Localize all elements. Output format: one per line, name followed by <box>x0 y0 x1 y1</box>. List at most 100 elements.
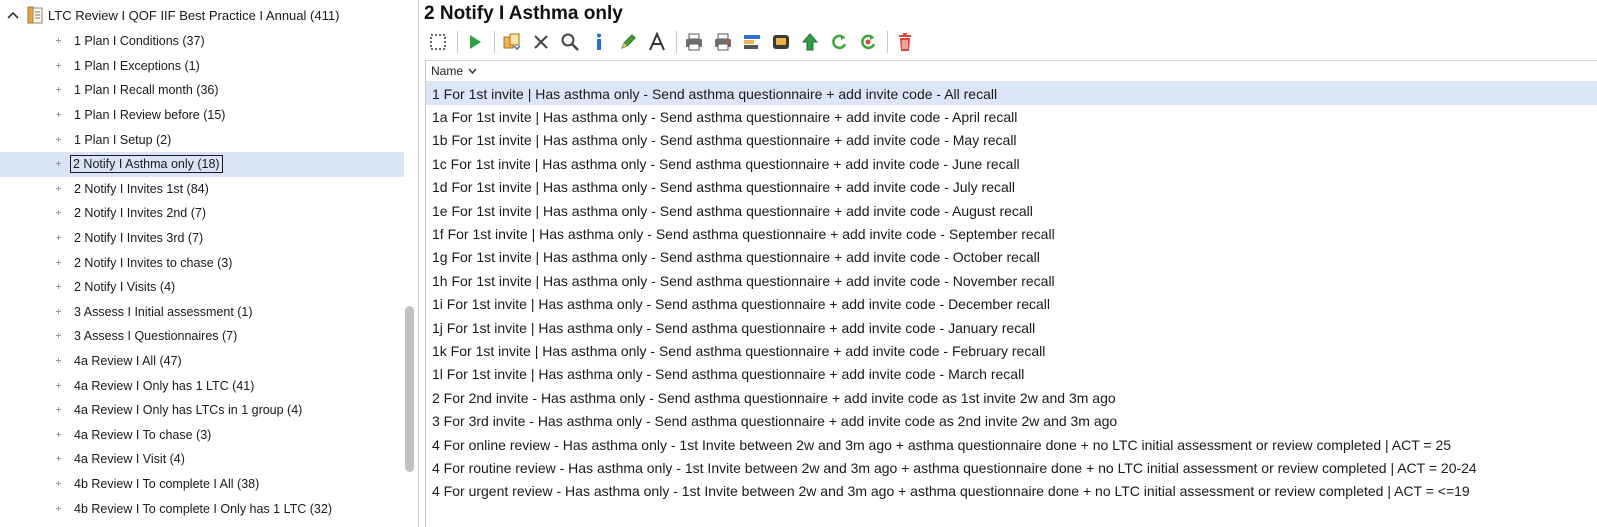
tree-item[interactable]: 3 Assess I Initial assessment (1) <box>0 300 404 325</box>
trash-icon[interactable] <box>893 30 917 54</box>
tree-root[interactable]: LTC Review I QOF IIF Best Practice I Ann… <box>0 4 339 26</box>
tree-item[interactable]: 1 Plan I Setup (2) <box>0 127 404 152</box>
chevron-up-icon[interactable] <box>6 11 20 19</box>
list-row[interactable]: 1d For 1st invite | Has asthma only - Se… <box>426 176 1597 199</box>
tree-item[interactable]: 2 Notify I Invites 1st (84) <box>0 177 404 202</box>
tree-root-label: LTC Review I QOF IIF Best Practice I Ann… <box>48 7 340 23</box>
refresh-red-icon[interactable] <box>856 30 880 54</box>
list-row[interactable]: 1l For 1st invite | Has asthma only - Se… <box>426 363 1597 386</box>
print-icon[interactable] <box>682 30 706 54</box>
plus-bullet-icon <box>56 62 61 68</box>
tree-item[interactable]: 4a Review I All (47) <box>0 349 404 374</box>
edit-pen-icon[interactable] <box>616 30 640 54</box>
column-header-label: Name <box>431 64 464 78</box>
tree-item[interactable]: 4a Review I Only has 1 LTC (41) <box>0 373 404 398</box>
plus-bullet-icon <box>56 259 61 265</box>
tree-item-label: 4a Review I Only has 1 LTC (41) <box>74 378 255 393</box>
search-icon[interactable] <box>558 30 582 54</box>
list-row[interactable]: 1k For 1st invite | Has asthma only - Se… <box>426 339 1597 362</box>
refresh-icon[interactable] <box>827 30 851 54</box>
list-row[interactable]: 1j For 1st invite | Has asthma only - Se… <box>426 316 1597 339</box>
tree-item-label: 1 Plan I Exceptions (1) <box>74 58 200 73</box>
plus-bullet-icon <box>56 87 61 93</box>
plus-bullet-icon <box>56 456 61 462</box>
tree-item-label: 4b Review I To complete I Only has 1 LTC… <box>74 501 332 516</box>
tree-item-label: 4a Review I Only has LTCs in 1 group (4) <box>74 403 303 418</box>
page-title: 2 Notify I Asthma only <box>424 3 623 24</box>
rule-list: Name 1 For 1st invite | Has asthma only … <box>425 60 1597 527</box>
tree-item-label: 1 Plan I Setup (2) <box>74 132 172 147</box>
run-icon[interactable] <box>463 30 487 54</box>
plus-bullet-icon <box>56 284 61 290</box>
list-row[interactable]: 1a For 1st invite | Has asthma only - Se… <box>426 105 1597 128</box>
tree-panel: LTC Review I QOF IIF Best Practice I Ann… <box>0 0 419 527</box>
column-header-name[interactable]: Name <box>426 61 1597 82</box>
tree-item[interactable]: 4b Review I To complete I All (38) <box>0 472 404 497</box>
list-row[interactable]: 1b For 1st invite | Has asthma only - Se… <box>426 129 1597 152</box>
list-row[interactable]: 4 For routine review - Has asthma only -… <box>426 456 1597 479</box>
tree-item[interactable]: 1 Plan I Recall month (36) <box>0 78 404 103</box>
list-row[interactable]: 1e For 1st invite | Has asthma only - Se… <box>426 199 1597 222</box>
list-row[interactable]: 1i For 1st invite | Has asthma only - Se… <box>426 293 1597 316</box>
print-red-icon[interactable] <box>711 30 735 54</box>
tree-item-label: 3 Assess I Initial assessment (1) <box>74 304 253 319</box>
plus-bullet-icon <box>56 505 61 511</box>
tree-item[interactable]: 2 Notify I Asthma only (18) <box>0 151 404 177</box>
tree-item-label: 4a Review I To chase (3) <box>74 427 212 442</box>
tree-item-label: 4a Review I Visit (4) <box>74 452 185 467</box>
tree-item-label: 4a Review I All (47) <box>74 354 182 369</box>
tree-item-label: 2 Notify I Invites 2nd (7) <box>74 206 207 221</box>
main-panel: 2 Notify I Asthma only Name 1 For 1st in… <box>420 0 1597 527</box>
select-icon[interactable] <box>426 30 450 54</box>
tree-item-label: 2 Notify I Invites to chase (3) <box>74 255 233 270</box>
tree-scrollbar[interactable] <box>404 0 416 527</box>
plus-bullet-icon <box>56 480 61 486</box>
tree-item[interactable]: 4a Review I Visit (4) <box>0 447 404 472</box>
tree-item[interactable]: 2 Notify I Invites 3rd (7) <box>0 226 404 251</box>
tree-item-label: 2 Notify I Visits (4) <box>74 280 176 295</box>
tree-item[interactable]: 1 Plan I Review before (15) <box>0 103 404 128</box>
list-row[interactable]: 1h For 1st invite | Has asthma only - Se… <box>426 269 1597 292</box>
toolbar-divider <box>494 31 495 53</box>
toolbar-divider <box>887 31 888 53</box>
tree-item[interactable]: 1 Plan I Exceptions (1) <box>0 54 404 79</box>
export-icon[interactable] <box>740 30 764 54</box>
info-icon[interactable] <box>587 30 611 54</box>
list-row[interactable]: 4 For online review - Has asthma only - … <box>426 433 1597 456</box>
list-row[interactable]: 1 For 1st invite | Has asthma only - Sen… <box>426 82 1597 106</box>
list-row[interactable]: 2 For 2nd invite - Has asthma only - Sen… <box>426 386 1597 409</box>
plus-bullet-icon <box>56 235 61 241</box>
tree-item-label: 1 Plan I Conditions (37) <box>74 34 205 49</box>
tree-item-label: 2 Notify I Invites 1st (84) <box>74 181 209 196</box>
tree-item[interactable]: 4b Review I To complete I Only has 1 LTC… <box>0 496 404 521</box>
toolbar <box>426 30 922 54</box>
delete-x-icon[interactable] <box>529 30 553 54</box>
plus-bullet-icon <box>56 210 61 216</box>
tree-item[interactable]: 2 Notify I Invites 2nd (7) <box>0 201 404 226</box>
font-icon[interactable] <box>645 30 669 54</box>
list-row[interactable]: 1c For 1st invite | Has asthma only - Se… <box>426 152 1597 175</box>
tree-item[interactable]: 2 Notify I Invites to chase (3) <box>0 250 404 275</box>
move-up-icon[interactable] <box>798 30 822 54</box>
tree-item-label: 1 Plan I Recall month (36) <box>74 83 219 98</box>
tree-item[interactable]: 3 Assess I Questionnaires (7) <box>0 324 404 349</box>
tree-item[interactable]: 4a Review I To chase (3) <box>0 423 404 448</box>
chevron-down-icon[interactable] <box>468 68 477 74</box>
list-row[interactable]: 3 For 3rd invite - Has asthma only - Sen… <box>426 409 1597 432</box>
tree-item[interactable]: 2 Notify I Visits (4) <box>0 275 404 300</box>
tree-item[interactable]: 1 Plan I Conditions (37) <box>0 29 404 54</box>
scroll-thumb[interactable] <box>405 306 414 472</box>
folder-icon <box>26 6 46 24</box>
plus-bullet-icon <box>56 308 61 314</box>
rows-container: 1 For 1st invite | Has asthma only - Sen… <box>426 82 1597 503</box>
list-row[interactable]: 4 For urgent review - Has asthma only - … <box>426 480 1597 503</box>
list-row[interactable]: 1g For 1st invite | Has asthma only - Se… <box>426 246 1597 269</box>
plus-bullet-icon <box>56 112 61 118</box>
report-icon[interactable] <box>769 30 793 54</box>
copy-icon[interactable] <box>500 30 524 54</box>
plus-bullet-icon <box>56 407 61 413</box>
tree-item[interactable]: 4a Review I Only has LTCs in 1 group (4) <box>0 398 404 423</box>
plus-bullet-icon <box>56 185 61 191</box>
tree-item-label: 4b Review I To complete I All (38) <box>74 476 260 491</box>
list-row[interactable]: 1f For 1st invite | Has asthma only - Se… <box>426 222 1597 245</box>
